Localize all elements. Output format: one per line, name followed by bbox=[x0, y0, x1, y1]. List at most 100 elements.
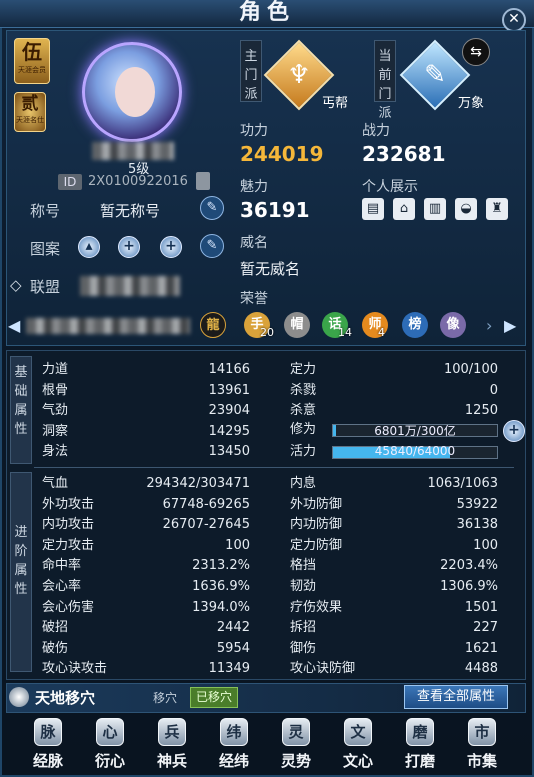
pattern-slot-1-button[interactable]: ▴ bbox=[78, 236, 100, 258]
title-bar: 角色 bbox=[0, 0, 534, 28]
stat-name: 内功攻击 bbox=[42, 517, 95, 533]
stat-row: 会心伤害 1394.0% bbox=[42, 598, 250, 618]
stat-value: 294342/303471 bbox=[146, 476, 250, 491]
stat-value: 4488 bbox=[464, 661, 498, 677]
rank-badge-text: 天涯名仕 bbox=[16, 116, 44, 124]
vip-badge-text: 天涯会员 bbox=[18, 66, 46, 74]
nav-polish[interactable]: 磨打磨 bbox=[390, 718, 450, 774]
stat-value: 1501 bbox=[464, 599, 498, 615]
stat-name: 疗伤效果 bbox=[290, 599, 343, 615]
stat-row: 韧劲 1306.9% bbox=[290, 577, 498, 597]
dragon-honor-icon[interactable]: 龍 bbox=[200, 312, 226, 338]
house-icon[interactable]: ⌂ bbox=[393, 198, 415, 220]
stat-value: 227 bbox=[473, 620, 498, 636]
stat-value: 14166 bbox=[208, 362, 250, 377]
yanxin-icon: 心 bbox=[96, 718, 124, 746]
fame-label: 威名 bbox=[240, 235, 268, 251]
avatar[interactable] bbox=[82, 42, 182, 142]
stat-name: 洞察 bbox=[42, 423, 69, 439]
stat-value: 0 bbox=[489, 382, 498, 398]
stat-name: 定力防御 bbox=[290, 537, 343, 553]
rank-badge-glyph: 贰 bbox=[21, 94, 39, 114]
id-label: ID bbox=[58, 174, 82, 190]
stat-name: 定力 bbox=[290, 362, 317, 377]
tiandi-icon bbox=[9, 687, 29, 707]
arrow-left-icon[interactable]: ◀ bbox=[8, 316, 20, 335]
view-all-attributes-button[interactable]: 查看全部属性 bbox=[404, 685, 508, 709]
nav-yanxin[interactable]: 心衍心 bbox=[80, 718, 140, 774]
nav-meridian[interactable]: 脉经脉 bbox=[18, 718, 78, 774]
honor-count: 14 bbox=[338, 326, 352, 339]
nav-label: 经纬 bbox=[218, 752, 249, 770]
stat-row: 身法 13450 bbox=[42, 442, 250, 462]
honor-icon[interactable]: 帽 bbox=[284, 312, 310, 338]
nav-jingwei[interactable]: 纬经纬 bbox=[204, 718, 264, 774]
pattern-slot-3-button[interactable]: + bbox=[160, 236, 182, 258]
stat-row: 内功防御 36138 bbox=[290, 515, 498, 535]
stat-row: 定力攻击 100 bbox=[42, 536, 250, 556]
power-value: 232681 bbox=[362, 142, 446, 166]
stat-value: 13450 bbox=[208, 444, 250, 459]
wenxin-icon: 文 bbox=[344, 718, 372, 746]
vitality-bar: 45840/64000 bbox=[332, 444, 498, 459]
market-icon: 市 bbox=[468, 718, 496, 746]
nav-lingshi[interactable]: 灵灵势 bbox=[266, 718, 326, 774]
stat-value: 1306.9% bbox=[440, 579, 498, 594]
building-icon[interactable]: ▥ bbox=[424, 198, 446, 220]
honor-icon[interactable]: 榜 bbox=[402, 312, 428, 338]
card-icon[interactable]: ▤ bbox=[362, 198, 384, 220]
showcase-label: 个人展示 bbox=[362, 179, 418, 195]
tiandi-name: 天地移穴 bbox=[35, 689, 96, 707]
honor-icon[interactable]: 像 bbox=[440, 312, 466, 338]
outfit-icon[interactable]: ♜ bbox=[486, 198, 508, 220]
stat-value: 14295 bbox=[208, 423, 250, 439]
nav-label: 神兵 bbox=[156, 752, 187, 770]
vitality-label: 活力 bbox=[290, 444, 317, 459]
stat-row: 格挡 2203.4% bbox=[290, 556, 498, 576]
weapon-icon: 兵 bbox=[158, 718, 186, 746]
nav-label: 经脉 bbox=[32, 752, 63, 770]
stat-row: 定力防御 100 bbox=[290, 536, 498, 556]
stat-row: 内息 1063/1063 bbox=[290, 474, 498, 494]
power-label: 战力 bbox=[362, 123, 390, 139]
edit-pattern-button[interactable]: ✎ bbox=[200, 234, 224, 258]
nav-market[interactable]: 市市集 bbox=[452, 718, 512, 774]
stat-row: 定力 100/100 bbox=[290, 360, 498, 380]
edit-title-button[interactable]: ✎ bbox=[200, 196, 224, 220]
nav-label: 衍心 bbox=[94, 752, 125, 770]
vip-badge-glyph: 伍 bbox=[22, 40, 42, 64]
current-school-label: 当前门派 bbox=[374, 40, 396, 121]
stat-value: 2313.2% bbox=[192, 558, 250, 574]
arrow-right-icon[interactable]: ▶ bbox=[504, 316, 516, 335]
current-school-name: 万象 bbox=[458, 96, 485, 111]
stat-name: 内息 bbox=[290, 476, 317, 491]
stat-row: 力道 14166 bbox=[42, 360, 250, 380]
copy-icon[interactable] bbox=[196, 172, 210, 190]
stat-name: 气血 bbox=[42, 476, 69, 491]
nav-wenxin[interactable]: 文文心 bbox=[328, 718, 388, 774]
nav-label: 市集 bbox=[466, 752, 497, 770]
add-cultivation-button[interactable]: + bbox=[503, 420, 525, 442]
stat-name: 会心伤害 bbox=[42, 599, 95, 615]
stat-name: 杀戮 bbox=[290, 382, 317, 398]
swap-school-button[interactable]: ⇆ bbox=[462, 38, 490, 66]
stat-value: 1636.9% bbox=[192, 579, 250, 594]
rank-badge[interactable]: 贰 天涯名仕 bbox=[14, 92, 46, 132]
charm-label: 魅力 bbox=[240, 179, 268, 195]
fame-value: 暂无威名 bbox=[240, 260, 301, 278]
stat-row: 外功攻击 67748-69265 bbox=[42, 495, 250, 515]
gourd-icon: ♆ bbox=[287, 60, 311, 90]
skill-label: 功力 bbox=[240, 123, 268, 139]
stat-name: 韧劲 bbox=[290, 579, 317, 594]
car-icon[interactable]: ◒ bbox=[455, 198, 477, 220]
vip-badge[interactable]: 伍 天涯会员 bbox=[14, 38, 50, 84]
close-button[interactable]: ✕ bbox=[502, 8, 526, 32]
stat-row: 杀意 1250 bbox=[290, 401, 498, 421]
main-school-label: 主门派 bbox=[240, 40, 262, 102]
stat-row: 破伤 5954 bbox=[42, 639, 250, 659]
nav-weapon[interactable]: 兵神兵 bbox=[142, 718, 202, 774]
stat-value: 100 bbox=[225, 537, 250, 553]
stat-row: 洞察 14295 bbox=[42, 422, 250, 442]
tiandi-band: 天地移穴 移穴 已移穴 查看全部属性 bbox=[6, 683, 526, 713]
pattern-slot-2-button[interactable]: + bbox=[118, 236, 140, 258]
